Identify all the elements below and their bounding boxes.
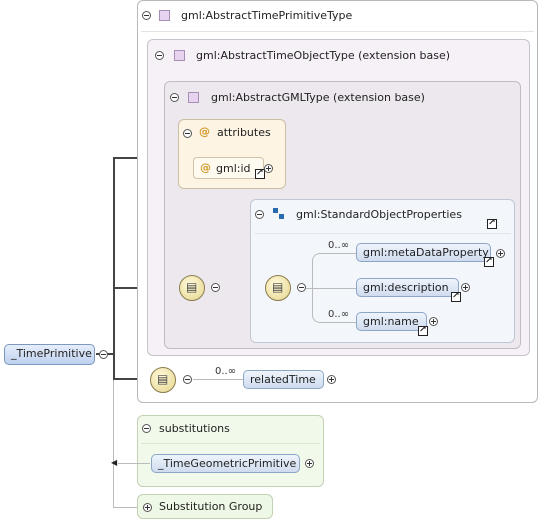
collapse-toggle[interactable] <box>99 350 108 359</box>
collapse-toggle[interactable] <box>183 375 192 384</box>
collapse-toggle[interactable] <box>155 51 164 60</box>
element-label: gml:description <box>363 281 449 294</box>
type-label: gml:AbstractTimePrimitiveType <box>181 9 353 22</box>
occurrence-label: 0..∞ <box>328 309 350 320</box>
element-label: gml:name <box>363 315 419 328</box>
group-title: gml:StandardObjectProperties <box>296 208 462 221</box>
element-relatedtime[interactable]: relatedTime <box>243 370 324 389</box>
divider <box>254 233 511 234</box>
element-label: _TimeGeometricPrimitive <box>158 457 297 470</box>
reference-arrow-icon[interactable] <box>487 217 497 229</box>
expand-toggle[interactable] <box>143 503 152 512</box>
occurrence-label: 0..∞ <box>215 366 237 377</box>
group-icon <box>273 208 285 220</box>
collapse-toggle[interactable] <box>183 129 192 138</box>
collapse-toggle[interactable] <box>255 210 264 219</box>
attribute-icon: @ <box>199 125 210 138</box>
collapse-toggle[interactable] <box>297 283 306 292</box>
divider <box>141 31 534 32</box>
type-label: gml:AbstractGMLType (extension base) <box>211 91 425 104</box>
substitution-group-label: Substitution Group <box>159 500 263 513</box>
element-metadataproperty[interactable]: gml:metaDataProperty <box>356 243 491 262</box>
occurrence-label: 0..∞ <box>328 240 350 251</box>
complex-type-icon <box>159 10 170 21</box>
element-description[interactable]: gml:description <box>356 278 459 297</box>
collapse-toggle[interactable] <box>170 93 179 102</box>
type-label: gml:AbstractTimeObjectType (extension ba… <box>196 49 451 62</box>
complex-type-icon <box>188 92 199 103</box>
element-label: _TimePrimitive <box>11 347 92 360</box>
substitutions-title: substitutions <box>159 422 230 435</box>
collapse-toggle[interactable] <box>142 11 151 20</box>
attributes-box: @ attributes @ gml:id <box>178 119 286 189</box>
collapse-toggle[interactable] <box>142 424 151 433</box>
complex-type-icon <box>174 50 185 61</box>
connector-line <box>113 157 115 379</box>
substitution-group-box[interactable]: Substitution Group <box>137 494 273 519</box>
reference-arrow-icon[interactable] <box>451 290 461 302</box>
expand-toggle[interactable] <box>496 249 505 258</box>
expand-toggle[interactable] <box>429 317 438 326</box>
substitution-arrow-icon: ◀ <box>111 458 118 467</box>
expand-toggle[interactable] <box>264 164 273 173</box>
reference-arrow-icon[interactable] <box>418 324 428 336</box>
connector-line <box>113 507 137 508</box>
attributes-title: attributes <box>217 126 271 139</box>
branch-line <box>193 379 243 380</box>
element-label: gml:metaDataProperty <box>363 246 489 259</box>
attribute-gml-id[interactable]: @ gml:id <box>193 157 265 179</box>
sequence-compositor-icon[interactable] <box>179 275 205 301</box>
element-timeprimitive[interactable]: _TimePrimitive <box>4 344 95 365</box>
attribute-icon: @ <box>200 161 211 174</box>
element-timegeometricprimitive[interactable]: _TimeGeometricPrimitive <box>151 454 300 473</box>
substitutions-box: substitutions _TimeGeometricPrimitive <box>137 415 324 487</box>
divider <box>141 443 320 444</box>
sequence-compositor-icon[interactable] <box>265 275 291 301</box>
collapse-toggle[interactable] <box>211 283 220 292</box>
sequence-compositor-icon[interactable] <box>150 367 176 393</box>
element-label: relatedTime <box>250 373 316 386</box>
expand-toggle[interactable] <box>327 375 336 384</box>
connector-line <box>113 380 114 508</box>
branch-line <box>118 463 150 464</box>
attribute-label: gml:id <box>216 162 251 175</box>
reference-arrow-icon[interactable] <box>484 255 494 267</box>
element-name[interactable]: gml:name <box>356 312 427 331</box>
expand-toggle[interactable] <box>461 283 470 292</box>
expand-toggle[interactable] <box>305 459 314 468</box>
